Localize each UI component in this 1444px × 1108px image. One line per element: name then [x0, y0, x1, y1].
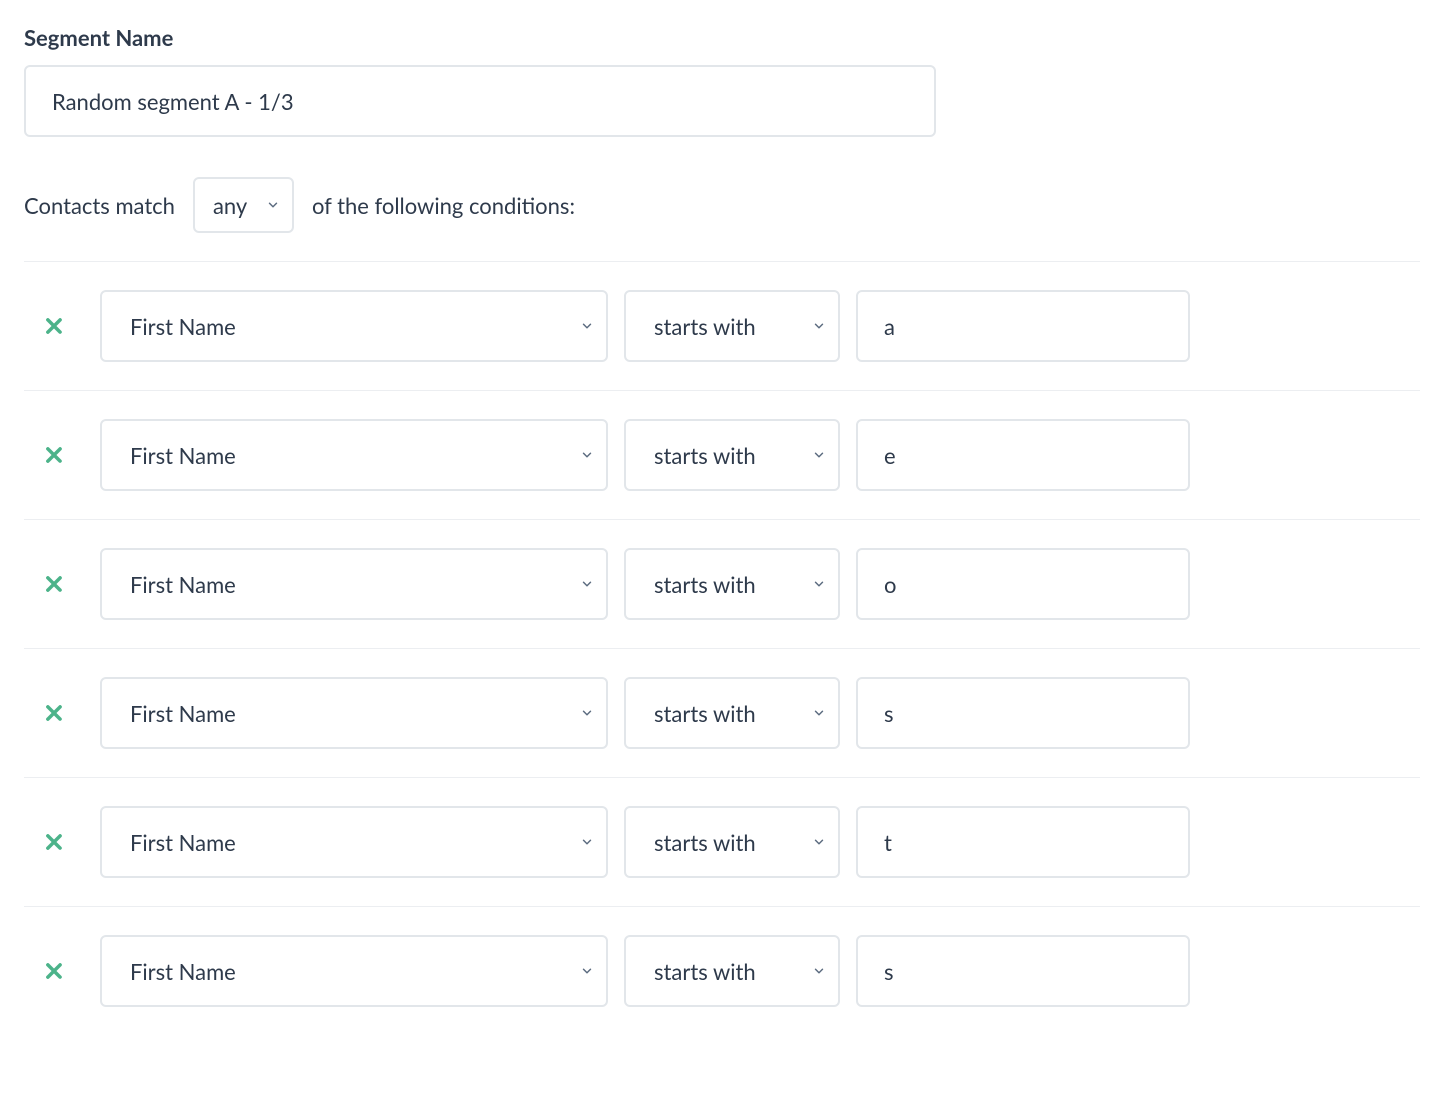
field-select-wrap: First Name [100, 935, 608, 1007]
condition-row: First Name starts with [24, 520, 1420, 649]
operator-select[interactable]: starts with [624, 548, 840, 620]
close-icon [40, 570, 68, 598]
condition-value-input[interactable] [856, 677, 1190, 749]
operator-select-wrap: starts with [624, 290, 840, 362]
remove-condition-button[interactable] [24, 312, 84, 340]
field-select[interactable]: First Name [100, 935, 608, 1007]
condition-value-input[interactable] [856, 419, 1190, 491]
condition-value-input[interactable] [856, 935, 1190, 1007]
condition-row: First Name starts with [24, 649, 1420, 778]
condition-row: First Name starts with [24, 391, 1420, 520]
operator-select[interactable]: starts with [624, 935, 840, 1007]
remove-condition-button[interactable] [24, 570, 84, 598]
condition-row: First Name starts with [24, 778, 1420, 907]
operator-select[interactable]: starts with [624, 419, 840, 491]
match-conditions-sentence: Contacts match any of the following cond… [24, 177, 1420, 233]
field-select[interactable]: First Name [100, 419, 608, 491]
operator-select-wrap: starts with [624, 548, 840, 620]
remove-condition-button[interactable] [24, 957, 84, 985]
condition-value-input[interactable] [856, 548, 1190, 620]
remove-condition-button[interactable] [24, 699, 84, 727]
segment-name-label: Segment Name [24, 24, 1420, 51]
field-select[interactable]: First Name [100, 806, 608, 878]
field-select-wrap: First Name [100, 290, 608, 362]
field-select-wrap: First Name [100, 419, 608, 491]
operator-select[interactable]: starts with [624, 806, 840, 878]
match-mode-select[interactable]: any [193, 177, 294, 233]
close-icon [40, 312, 68, 340]
field-select-wrap: First Name [100, 677, 608, 749]
close-icon [40, 957, 68, 985]
close-icon [40, 441, 68, 469]
field-select-wrap: First Name [100, 806, 608, 878]
field-select[interactable]: First Name [100, 677, 608, 749]
condition-value-input[interactable] [856, 290, 1190, 362]
field-select[interactable]: First Name [100, 548, 608, 620]
close-icon [40, 699, 68, 727]
match-suffix-text: of the following conditions: [312, 192, 575, 219]
condition-value-input[interactable] [856, 806, 1190, 878]
match-prefix-text: Contacts match [24, 192, 175, 219]
condition-row: First Name starts with [24, 262, 1420, 391]
match-mode-select-wrap: any [193, 177, 294, 233]
segment-name-input[interactable] [24, 65, 936, 137]
operator-select-wrap: starts with [624, 677, 840, 749]
operator-select-wrap: starts with [624, 806, 840, 878]
operator-select[interactable]: starts with [624, 290, 840, 362]
conditions-list: First Name starts with First Name starts… [24, 261, 1420, 1035]
operator-select-wrap: starts with [624, 419, 840, 491]
field-select[interactable]: First Name [100, 290, 608, 362]
condition-row: First Name starts with [24, 907, 1420, 1035]
operator-select-wrap: starts with [624, 935, 840, 1007]
remove-condition-button[interactable] [24, 828, 84, 856]
close-icon [40, 828, 68, 856]
operator-select[interactable]: starts with [624, 677, 840, 749]
field-select-wrap: First Name [100, 548, 608, 620]
remove-condition-button[interactable] [24, 441, 84, 469]
